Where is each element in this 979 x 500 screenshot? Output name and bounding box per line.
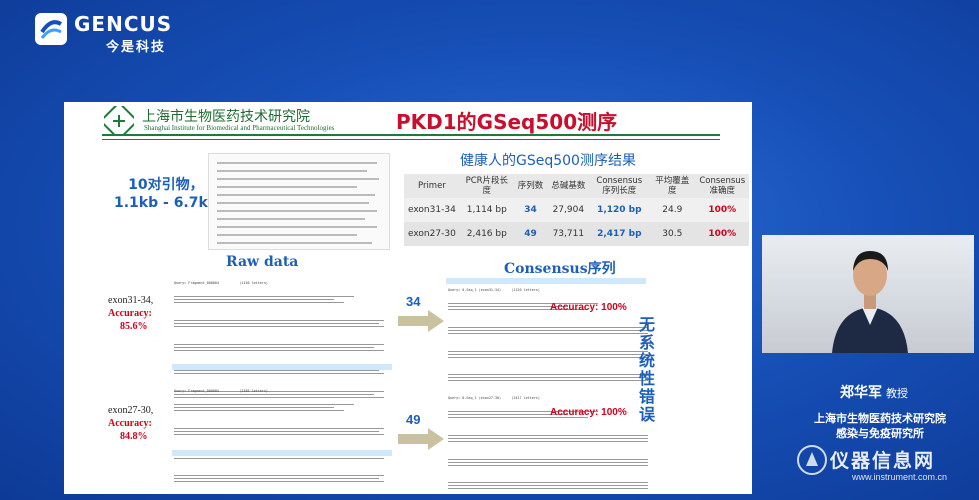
institute-name-cn: 上海市生物医药技术研究院 xyxy=(142,109,310,125)
raw-alignment-2: Query= Fragment_000084 (2385 letters) xyxy=(174,380,394,494)
speaker-affiliation-1: 上海市生物医药技术研究院 xyxy=(814,412,946,425)
primer-table-thumbnail xyxy=(208,153,390,250)
raw1-highlight xyxy=(172,364,392,370)
table-cell: 49 xyxy=(513,222,548,246)
table-row: exon31-34 1,114 bp 34 27,904 1,120 bp 24… xyxy=(404,198,750,222)
arrow1-count: 34 xyxy=(406,294,421,309)
primer-range-text: 1.1kb - 6.7kb xyxy=(114,195,218,211)
table-cell: 100% xyxy=(695,222,750,246)
brand-subtitle: 今是科技 xyxy=(106,40,167,55)
exon1-acc-value: 85.6% xyxy=(120,321,148,332)
result-table: Primer PCR片段长度 序列数 总碱基数 Consensus序列长度 平均… xyxy=(404,174,750,246)
exon1-acc-label: Accuracy: xyxy=(108,308,152,319)
table-cell: 24.9 xyxy=(649,198,696,222)
institute-logo-icon xyxy=(104,106,134,136)
right-arrow-icon xyxy=(398,310,444,332)
table-cell: 100% xyxy=(695,198,750,222)
instrument-logo-icon xyxy=(797,445,827,475)
header-cell: Consensus序列长度 xyxy=(589,174,650,198)
speaker-affiliation-2: 感染与免疫研究所 xyxy=(836,427,924,440)
speaker-video xyxy=(762,235,974,353)
table-cell: 1,120 bp xyxy=(589,198,650,222)
arrow2-count: 49 xyxy=(406,412,421,427)
table-cell: 30.5 xyxy=(649,222,696,246)
header-cell: 总碱基数 xyxy=(547,174,590,198)
exon1-name: exon31-34, xyxy=(108,295,154,306)
consensus-title: Consensus序列 xyxy=(504,261,616,277)
institute-name-en: Shanghai Institute for Biomedical and Ph… xyxy=(144,124,335,132)
watermark-url: www.instrument.com.cn xyxy=(852,472,948,482)
table-header-row: Primer PCR片段长度 序列数 总碱基数 Consensus序列长度 平均… xyxy=(404,174,750,198)
header-cell: Primer xyxy=(404,174,460,198)
primer-summary: 10对引物， 1.1kb - 6.7kb xyxy=(114,176,218,212)
table-cell: 27,904 xyxy=(547,198,590,222)
table-cell: 34 xyxy=(513,198,548,222)
speaker-name: 郑华军 教授 xyxy=(840,382,908,402)
consensus2-accuracy: Accuracy: 100% xyxy=(550,407,627,418)
consensus1-accuracy: Accuracy: 100% xyxy=(550,302,627,313)
header-cell: 序列数 xyxy=(513,174,548,198)
header-divider xyxy=(102,134,720,136)
table-cell: 73,711 xyxy=(547,222,590,246)
speaker-name-text: 郑华军 xyxy=(840,385,882,401)
table-cell: exon27-30 xyxy=(404,222,460,246)
cons1-header: Query= 0-Seq_1 (exon31-34) (1120 letters… xyxy=(448,287,540,292)
header-cell: 平均覆盖度 xyxy=(649,174,696,198)
cons2-header: Query= 0-Seq_1 (exon27-30) (2417 letters… xyxy=(448,395,540,400)
exon2-acc-label: Accuracy: xyxy=(108,418,152,429)
table-cell: exon31-34 xyxy=(404,198,460,222)
exon2-name: exon27-30, xyxy=(108,405,154,416)
table-cell: 1,114 bp xyxy=(459,198,514,222)
raw2-header: Query= Fragment_000084 (2385 letters) xyxy=(174,388,268,393)
raw-data-title: Raw data xyxy=(226,254,299,270)
raw1-header: Query= Fragment_000004 (1156 letters) xyxy=(174,280,268,285)
watermark: 仪器信息网 www.instrument.com.cn xyxy=(796,444,976,492)
exon2-label: exon27-30, Accuracy: 84.8% xyxy=(108,404,153,443)
header-cell: Consensus准确度 xyxy=(695,174,750,198)
table-cell: 2,416 bp xyxy=(459,222,514,246)
gencus-logo-icon xyxy=(35,13,67,45)
table-cell: 2,417 bp xyxy=(589,222,650,246)
no-systematic-error-note: 无系统性错误 xyxy=(638,315,655,424)
consensus-alignment-1: Query= 0-Seq_1 (exon31-34) (1120 letters… xyxy=(448,279,658,392)
exon1-label: exon31-34, Accuracy: 85.6% xyxy=(108,294,153,333)
presentation-slide: 上海市生物医药技术研究院 Shanghai Institute for Biom… xyxy=(64,102,752,494)
raw2-highlight xyxy=(172,450,392,456)
exon2-acc-value: 84.8% xyxy=(120,431,148,442)
header-cell: PCR片段长度 xyxy=(459,174,514,198)
speaker-title: 教授 xyxy=(886,387,908,400)
speaker-portrait xyxy=(832,251,908,353)
watermark-cn: 仪器信息网 xyxy=(830,450,936,472)
table-row: exon27-30 2,416 bp 49 73,711 2,417 bp 30… xyxy=(404,222,750,246)
consensus-alignment-2: Query= 0-Seq_1 (exon27-30) (2417 letters… xyxy=(448,387,658,494)
brand-logo: GENCUS 今是科技 xyxy=(34,10,194,55)
header-divider-thin xyxy=(102,139,720,140)
brand-name: GENCUS xyxy=(74,12,173,36)
result-title: 健康人的GSeq500测序结果 xyxy=(460,153,636,169)
slide-title: PKD1的GSeq500测序 xyxy=(396,110,618,134)
right-arrow-icon xyxy=(398,428,444,450)
primer-count-text: 10对引物， xyxy=(128,177,204,193)
